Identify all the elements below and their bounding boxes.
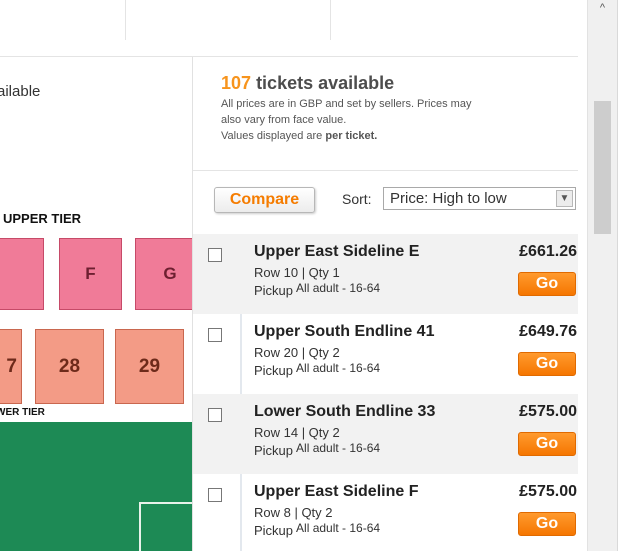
ticket-pickup: Pickup All adult - 16-64: [254, 441, 381, 458]
map-block-g[interactable]: G: [135, 238, 192, 310]
pitch: [0, 422, 192, 551]
map-block-29[interactable]: 29: [115, 329, 184, 404]
ticket-row-qty: Row 20 | Qty 2: [254, 345, 340, 360]
ticket-row[interactable]: Upper South Endline 41 Row 20 | Qty 2 Pi…: [193, 314, 578, 394]
compare-checkbox[interactable]: [208, 408, 222, 422]
go-button[interactable]: Go: [518, 432, 576, 456]
ticket-price: £575.00: [519, 403, 577, 420]
ticket-row[interactable]: Lower South Endline 33 Row 14 | Qty 2 Pi…: [193, 394, 578, 474]
price-note-line: also vary from face value.: [221, 114, 347, 126]
ticket-pickup: Pickup All adult - 16-64: [254, 361, 381, 378]
pickup-label: Pickup: [254, 283, 294, 298]
pickup-label: Pickup: [254, 363, 294, 378]
price-note: All prices are in GBP and set by sellers…: [221, 96, 551, 144]
compare-button[interactable]: Compare: [214, 187, 315, 213]
availability-text: ailable: [0, 83, 41, 100]
price-note-prefix: Values displayed are: [221, 130, 323, 142]
ticket-row[interactable]: Upper East Sideline E Row 10 | Qty 1 Pic…: [193, 234, 578, 314]
ticket-section[interactable]: Upper East Sideline F: [254, 483, 418, 501]
pickup-label: Pickup: [254, 443, 294, 458]
ticket-type: All adult - 16-64: [296, 281, 381, 295]
ticket-row-qty: Row 8 | Qty 2: [254, 505, 333, 520]
upper-tier-label: UPPER TIER: [3, 211, 82, 226]
pickup-label: Pickup: [254, 523, 294, 538]
ticket-row-qty: Row 14 | Qty 2: [254, 425, 340, 440]
price-note-line: Values displayed are per ticket.: [221, 128, 551, 144]
tickets-summary: 107 tickets available All prices are in …: [221, 73, 551, 144]
ticket-type: All adult - 16-64: [296, 441, 381, 455]
scrollbar[interactable]: ^: [587, 0, 617, 551]
ticket-section[interactable]: Upper East Sideline E: [254, 243, 419, 261]
divider: [125, 0, 126, 40]
chevron-down-icon[interactable]: ▼: [556, 190, 573, 207]
ticket-section[interactable]: Lower South Endline 33: [254, 403, 435, 421]
ticket-price: £649.76: [519, 323, 577, 340]
ticket-pickup: Pickup All adult - 16-64: [254, 521, 381, 538]
ticket-listing: 107 tickets available All prices are in …: [193, 57, 578, 551]
map-block-f[interactable]: F: [59, 238, 122, 310]
compare-checkbox[interactable]: [208, 328, 222, 342]
ticket-price: £661.26: [519, 243, 577, 260]
ticket-type: All adult - 16-64: [296, 521, 381, 535]
price-note-line: All prices are in GBP and set by sellers…: [221, 98, 472, 110]
ticket-pickup: Pickup All adult - 16-64: [254, 281, 381, 298]
ticket-row[interactable]: Upper East Sideline F Row 8 | Qty 2 Pick…: [193, 474, 578, 554]
ticket-row-qty: Row 10 | Qty 1: [254, 265, 340, 280]
map-block-28[interactable]: 28: [35, 329, 104, 404]
compare-checkbox[interactable]: [208, 248, 222, 262]
chevron-up-icon[interactable]: ^: [588, 0, 617, 17]
compare-checkbox[interactable]: [208, 488, 222, 502]
stadium-map[interactable]: ailable UPPER TIER F G 7 28 29 WER TIER: [0, 57, 193, 551]
lower-tier-label: WER TIER: [0, 407, 45, 418]
map-block[interactable]: [0, 238, 44, 310]
sort-label: Sort:: [342, 191, 372, 207]
tickets-available-heading: 107 tickets available: [221, 73, 551, 94]
top-strip: [0, 0, 578, 57]
tickets-available-label: tickets available: [256, 73, 395, 93]
scrollbar-thumb[interactable]: [594, 101, 611, 234]
ticket-section[interactable]: Upper South Endline 41: [254, 323, 434, 341]
ticket-price: £575.00: [519, 483, 577, 500]
price-note-bold: per ticket.: [325, 130, 378, 142]
go-button[interactable]: Go: [518, 272, 576, 296]
ticket-count: 107: [221, 73, 252, 93]
sort-select-value: Price: High to low: [390, 190, 507, 207]
pitch-marking: [139, 502, 192, 551]
map-block-7[interactable]: 7: [0, 329, 22, 404]
go-button[interactable]: Go: [518, 352, 576, 376]
window-edge: [617, 0, 640, 551]
sort-select[interactable]: Price: High to low ▼: [383, 187, 576, 210]
divider: [330, 0, 331, 40]
listing-toolbar: Compare Sort: Price: High to low ▼: [193, 170, 578, 231]
ticket-type: All adult - 16-64: [296, 361, 381, 375]
go-button[interactable]: Go: [518, 512, 576, 536]
